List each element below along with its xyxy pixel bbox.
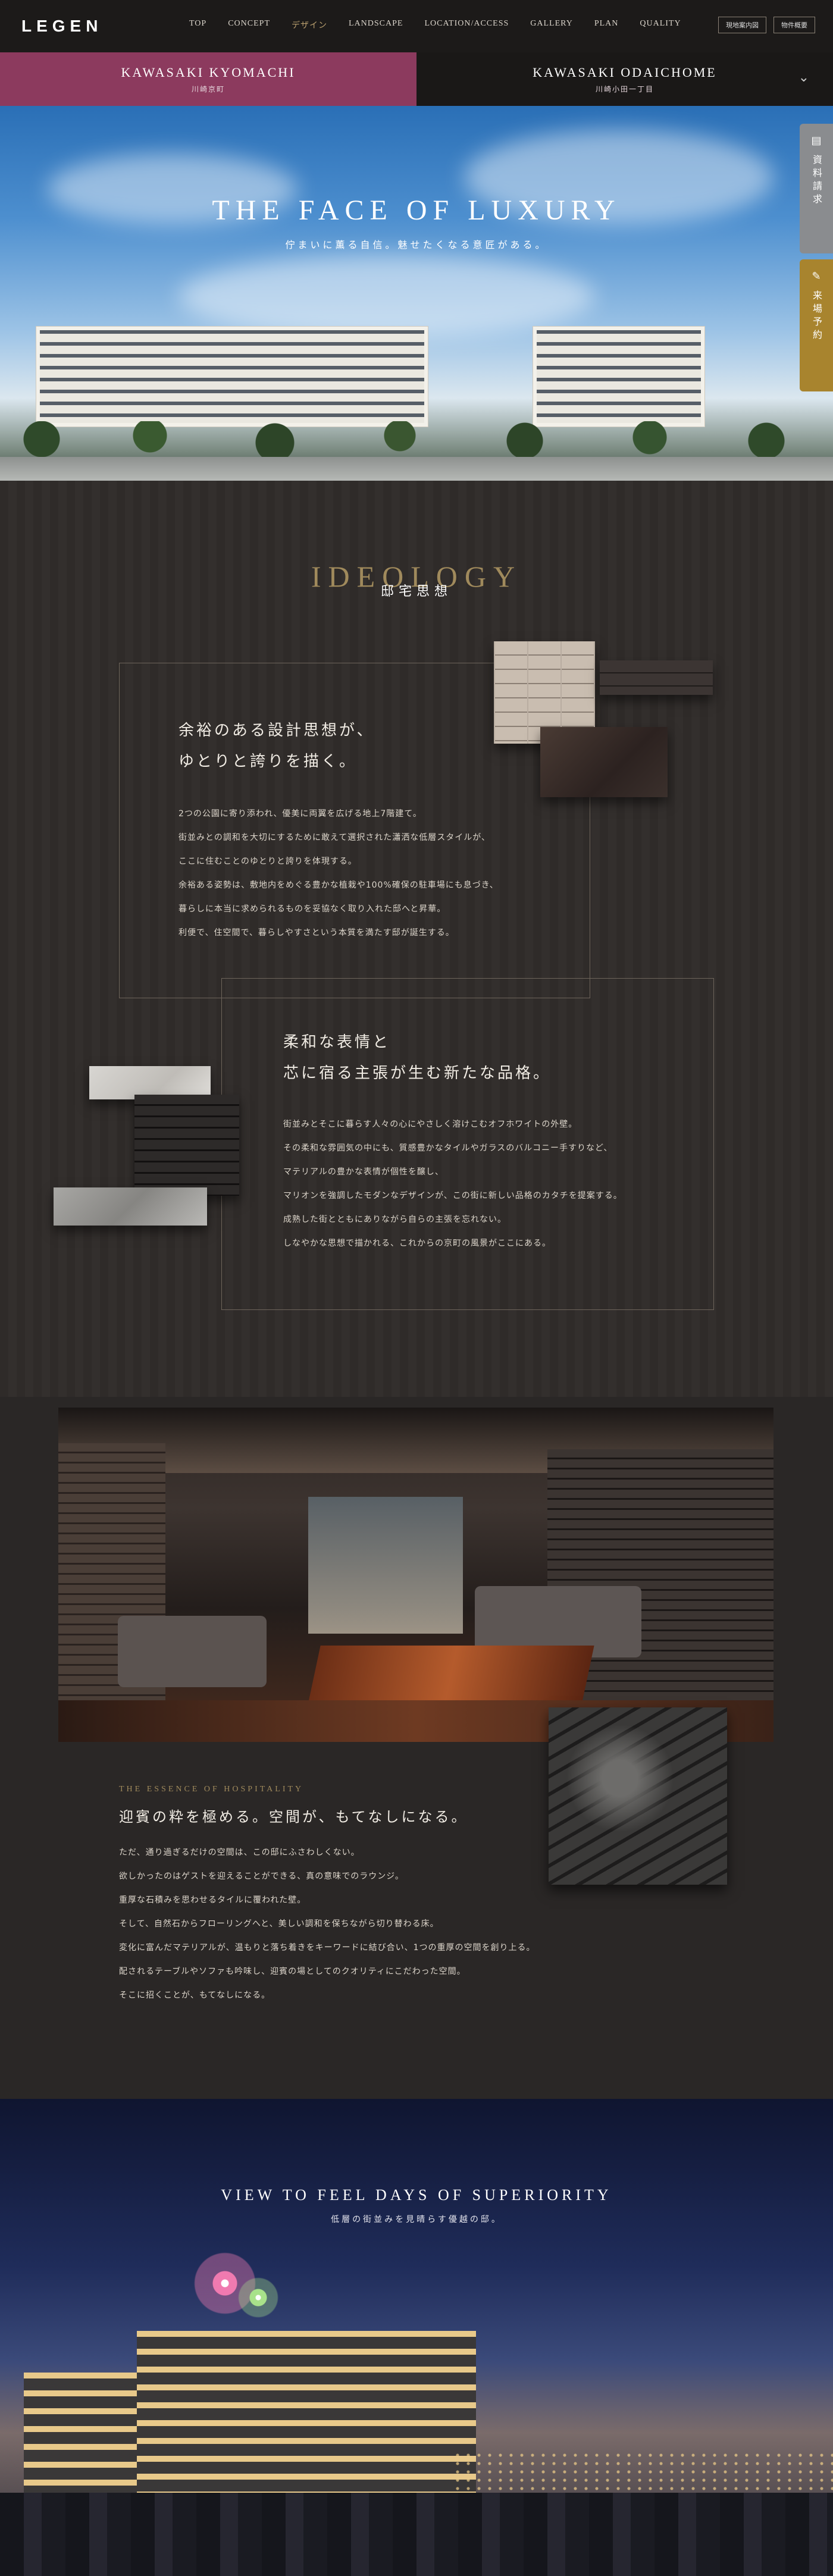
nav-top[interactable]: TOP xyxy=(189,19,206,31)
tab-title-en: KAWASAKI KYOMACHI xyxy=(121,64,296,80)
night-title: VIEW TO FEEL DAYS OF SUPERIORITY xyxy=(221,2186,612,2204)
body-line: 成熟した街とともにありながら自らの主張を忘れない。 xyxy=(283,1215,506,1224)
body-line: 重厚な石積みを思わせるタイルに覆われた壁。 xyxy=(119,1895,306,1905)
body-line: そして、自然石からフローリングへと、美しい調和を保ちながら切り替わる床。 xyxy=(119,1919,439,1929)
body-line: その柔和な雰囲気の中にも、質感豊かなタイルやガラスのバルコニー手すりなど、 xyxy=(283,1143,613,1153)
tile-sample-black xyxy=(134,1095,239,1196)
body-line: ただ、通り過ぎるだけの空間は、この邸にふさわしくない。 xyxy=(119,1848,360,1857)
body-line: 2つの公園に寄り添われ、優美に両翼を広げる地上7階建て。 xyxy=(178,809,422,819)
ideology-heading-2: 柔和な表情と 芯に宿る主張が生む新たな品格。 xyxy=(283,1027,551,1089)
tab-kawasaki-kyomachi[interactable]: KAWASAKI KYOMACHI 川崎京町 xyxy=(0,52,416,106)
hero-subtitle: 佇まいに薫る自信。魅せたくなる意匠がある。 xyxy=(285,239,548,250)
heading-line: 芯に宿る主張が生む新たな品格。 xyxy=(283,1064,552,1082)
header-buttons: 現地案内図 物件概要 xyxy=(718,17,815,33)
body-line: マリオンを強調したモダンなデザインが、この街に新しい品格のカタチを提案する。 xyxy=(283,1191,622,1201)
road-image xyxy=(0,457,833,481)
body-line: 変化に富んだマテリアルが、温もりと落ち着きをキーワードに結び合い、1つの重厚の空… xyxy=(119,1943,536,1953)
tile-sample-gray xyxy=(54,1187,207,1226)
heading-line: 柔和な表情と xyxy=(283,1033,391,1051)
overview-button[interactable]: 物件概要 xyxy=(774,17,815,33)
hospitality-heading: 迎賓の粋を極める。空間が、もてなしになる。 xyxy=(119,1809,468,1825)
cityscape-image xyxy=(0,2493,833,2576)
body-line: そこに招くことが、もてなしになる。 xyxy=(119,1991,271,2000)
visit-reservation-label: 来場予約 xyxy=(811,290,822,343)
main-nav: TOP CONCEPT デザイン LANDSCAPE LOCATION/ACCE… xyxy=(189,19,681,31)
hospitality-label: THE ESSENCE OF HOSPITALITY xyxy=(119,1785,304,1794)
body-line: 利便で、住空間で、暮らしやすさという本質を満たす邸が誕生する。 xyxy=(178,928,455,938)
request-docs-button[interactable]: ▤ 資料請求 xyxy=(800,124,833,253)
body-line: しなやかな思想で描かれる、これからの京町の風景がここにある。 xyxy=(283,1239,551,1248)
hospitality-body: ただ、通り過ぎるだけの空間は、この邸にふさわしくない。 欲しかったのはゲストを迎… xyxy=(119,1841,536,2007)
body-line: マテリアルの豊かな表情が個性を醸し、 xyxy=(283,1167,444,1177)
building-image xyxy=(36,326,428,427)
fireworks-image xyxy=(238,2277,278,2318)
nav-gallery[interactable]: GALLERY xyxy=(530,19,573,31)
cloud-shape xyxy=(178,255,595,338)
nav-plan[interactable]: PLAN xyxy=(594,19,619,31)
heading-line: 余裕のある設計思想が、 xyxy=(178,722,375,739)
body-line: 暮らしに本当に求められるものを妥協なく取り入れた邸へと昇華。 xyxy=(178,904,446,914)
visit-reservation-button[interactable]: ✎ 来場予約 xyxy=(800,259,833,391)
night-subtitle: 低層の街並みを見晴らす優越の邸。 xyxy=(331,2215,502,2224)
nav-concept[interactable]: CONCEPT xyxy=(228,19,270,31)
body-line: 街並みとそこに暮らす人々の心にやさしく溶けこむオフホワイトの外壁。 xyxy=(283,1120,578,1129)
night-building-image xyxy=(137,2331,476,2509)
body-line: 街並みとの調和を大切にするために敢えて選択された瀟洒な低層スタイルが、 xyxy=(178,833,491,842)
tile-sample-brown xyxy=(540,727,668,797)
nav-location-access[interactable]: LOCATION/ACCESS xyxy=(424,19,509,31)
tab-title-ja: 川崎京町 xyxy=(191,84,225,93)
tab-title-ja: 川崎小田一丁目 xyxy=(595,84,654,93)
lounge-image xyxy=(58,1408,774,1742)
nav-design[interactable]: デザイン xyxy=(292,19,327,31)
logo[interactable]: LEGEN xyxy=(21,17,102,36)
nav-quality[interactable]: QUALITY xyxy=(640,19,681,31)
header: LEGEN TOP CONCEPT デザイン LANDSCAPE LOCATIO… xyxy=(0,0,833,52)
ideology-body-2: 街並みとそこに暮らす人々の心にやさしく溶けこむオフホワイトの外壁。 その柔和な雰… xyxy=(283,1112,622,1255)
trees-image xyxy=(0,421,833,457)
property-tabs: KAWASAKI KYOMACHI 川崎京町 KAWASAKI ODAICHOM… xyxy=(0,52,833,106)
hero-title: THE FACE OF LUXURY xyxy=(212,195,621,226)
body-line: 欲しかったのはゲストを迎えることができる、真の意味でのラウンジ。 xyxy=(119,1872,404,1881)
body-line: 余裕ある姿勢は、敷地内をめぐる豊かな植栽や100%確保の駐車場にも息づき、 xyxy=(178,880,499,890)
ideology-heading-1: 余裕のある設計思想が、 ゆとりと誇りを描く。 xyxy=(178,715,374,777)
building-image xyxy=(533,326,705,427)
ideology-body-1: 2つの公園に寄り添われ、優美に両翼を広げる地上7階建て。 街並みとの調和を大切に… xyxy=(178,802,499,945)
tab-kawasaki-odaichome[interactable]: KAWASAKI ODAICHOME 川崎小田一丁目 ⌄ xyxy=(416,52,833,106)
document-icon: ▤ xyxy=(811,134,822,147)
heading-line: ゆとりと誇りを描く。 xyxy=(178,753,358,770)
tile-sample-dark xyxy=(600,660,713,695)
calendar-icon: ✎ xyxy=(812,270,821,283)
stone-tile-image xyxy=(549,1707,727,1885)
map-button[interactable]: 現地案内図 xyxy=(718,17,766,33)
request-docs-label: 資料請求 xyxy=(811,155,822,207)
ideology-section: IDEOLOGY 邸宅思想 余裕のある設計思想が、 ゆとりと誇りを描く。 2つの… xyxy=(0,481,833,1397)
night-view-section: VIEW TO FEEL DAYS OF SUPERIORITY 低層の街並みを… xyxy=(0,2099,833,2576)
tab-title-en: KAWASAKI ODAICHOME xyxy=(533,64,717,80)
nav-landscape[interactable]: LANDSCAPE xyxy=(349,19,403,31)
chevron-down-icon[interactable]: ⌄ xyxy=(798,70,809,85)
body-line: ここに住むことのゆとりと誇りを体現する。 xyxy=(178,857,357,866)
ideology-subtitle: 邸宅思想 xyxy=(380,584,452,599)
hero: THE FACE OF LUXURY 佇まいに薫る自信。魅せたくなる意匠がある。 xyxy=(0,106,833,481)
body-line: 配されるテーブルやソファも吟味し、迎賓の場としてのクオリティにこだわった空間。 xyxy=(119,1967,466,1976)
